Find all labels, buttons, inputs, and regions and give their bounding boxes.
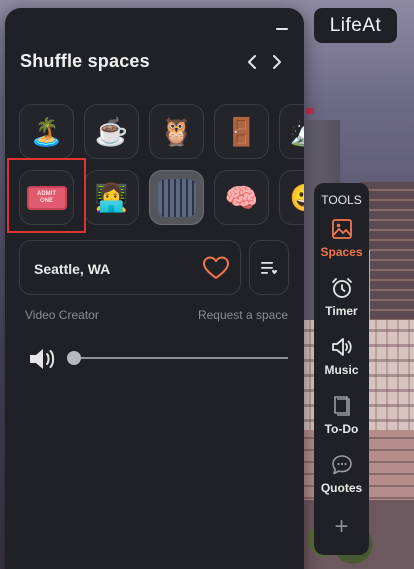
panel-title: Shuffle spaces [20, 51, 150, 71]
alarm-clock-icon [331, 278, 352, 298]
tool-label: Music [324, 363, 359, 377]
tool-quotes[interactable]: Quotes [314, 453, 369, 495]
add-tool-button[interactable]: + [314, 515, 369, 539]
request-space-link[interactable]: Request a space [198, 308, 288, 322]
space-tile-mountain[interactable]: 🏔️ [279, 104, 304, 159]
speaker-icon [331, 338, 352, 356]
tool-todo[interactable]: To-Do [314, 394, 369, 436]
next-button[interactable] [270, 53, 284, 71]
space-tile-coffee[interactable]: ☕ [84, 104, 139, 159]
ticket-icon: ADMIT ONE [26, 185, 67, 210]
coffee-icon: ☕ [94, 116, 129, 147]
chat-bubble-icon [331, 455, 352, 475]
tool-spaces[interactable]: Spaces [314, 217, 369, 259]
tool-label: Timer [325, 304, 358, 318]
space-tile-face[interactable]: 😀 [279, 170, 304, 225]
shuffle-spaces-panel: Shuffle spaces 🏝️ ☕ 🦉 🚪 🏔️ ADMIT [5, 8, 304, 569]
emoji-face-icon: 😀 [290, 182, 304, 214]
space-tile-door[interactable]: 🚪 [214, 104, 269, 159]
ticket-text-line: ONE [39, 197, 53, 204]
ticket-text-line: ADMIT [37, 190, 56, 197]
minimize-button[interactable] [276, 28, 288, 30]
island-icon: 🏝️ [29, 116, 64, 147]
lifeat-logo-button[interactable]: LifeAt [314, 8, 397, 43]
spaces-row: 🏝️ ☕ 🦉 🚪 🏔️ [19, 104, 304, 160]
owl-icon: 🦉 [159, 116, 194, 147]
previous-button[interactable] [245, 53, 259, 71]
tool-label: Quotes [320, 481, 363, 495]
location-card: Seattle, WA [19, 240, 241, 295]
mountain-icon: 🏔️ [290, 116, 304, 148]
technologist-icon: 👩‍💻 [94, 182, 129, 213]
space-tile-technologist[interactable]: 👩‍💻 [84, 170, 139, 225]
volume-slider-track[interactable] [67, 357, 288, 359]
playlist-icon [261, 261, 277, 274]
tool-label: Spaces [320, 245, 363, 259]
notebook-icon [333, 396, 350, 416]
tools-header: TOOLS [321, 193, 362, 207]
space-tile-ticket[interactable]: ADMIT ONE [19, 170, 74, 225]
flag [306, 108, 314, 114]
spaces-row: ADMIT ONE 👩‍💻 🧠 😀 [19, 170, 304, 226]
space-tile-island[interactable]: 🏝️ [19, 104, 74, 159]
tool-label: To-Do [324, 422, 359, 436]
space-tile-city-selected[interactable] [149, 170, 204, 225]
chevron-left-icon [248, 55, 256, 69]
tool-music[interactable]: Music [314, 335, 369, 377]
playlist-button[interactable] [249, 240, 289, 295]
image-icon [331, 219, 352, 239]
door-icon: 🚪 [224, 116, 259, 147]
volume-slider-knob[interactable] [67, 351, 81, 365]
location-label: Seattle, WA [34, 261, 111, 277]
volume-icon[interactable] [28, 346, 56, 372]
heart-icon[interactable] [202, 254, 230, 282]
brain-icon: 🧠 [224, 182, 259, 213]
space-tile-brain[interactable]: 🧠 [214, 170, 269, 225]
space-tile-owl[interactable]: 🦉 [149, 104, 204, 159]
chevron-right-icon [273, 55, 281, 69]
city-icon [157, 178, 196, 217]
video-creator-label: Video Creator [25, 308, 99, 322]
tools-bar: TOOLS Spaces Timer Music To-Do Quotes + [314, 183, 369, 555]
tool-timer[interactable]: Timer [314, 276, 369, 318]
